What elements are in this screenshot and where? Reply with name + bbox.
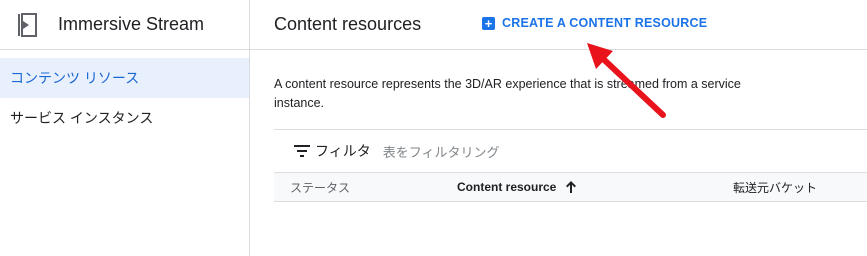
filter-label: フィルタ — [315, 143, 371, 159]
sidebar: Immersive Stream コンテンツ リソース サービス インスタンス — [0, 0, 250, 256]
add-box-icon: + — [482, 16, 495, 30]
column-header-source-bucket[interactable]: 転送元バケット — [733, 179, 817, 196]
filter-bar[interactable]: フィルタ 表をフィルタリング — [274, 130, 867, 173]
product-title: Immersive Stream — [58, 14, 205, 34]
sidebar-item-content-resources[interactable]: コンテンツ リソース — [0, 58, 249, 98]
page-description: A content resource represents the 3D/AR … — [274, 77, 741, 110]
sidebar-nav: コンテンツ リソース サービス インスタンス — [0, 50, 249, 138]
page-header: Content resources + CREATE A CONTENT RES… — [250, 0, 867, 50]
column-header-content-resource-label: Content resource — [457, 180, 557, 194]
table-header-row: ステータス Content resource 転送元バケット — [274, 173, 867, 202]
immersive-stream-icon — [18, 12, 37, 37]
column-header-content-resource[interactable]: Content resource — [457, 180, 733, 194]
create-content-resource-button[interactable]: + CREATE A CONTENT RESOURCE — [482, 16, 707, 30]
arrow-up-icon[interactable] — [564, 180, 578, 194]
column-header-status[interactable]: ステータス — [274, 179, 457, 196]
create-button-label: CREATE A CONTENT RESOURCE — [502, 16, 708, 30]
filter-input[interactable]: 表をフィルタリング — [383, 142, 500, 161]
page-title: Content resources — [274, 14, 422, 34]
product-header: Immersive Stream — [0, 0, 249, 50]
sidebar-item-service-instances[interactable]: サービス インスタンス — [0, 98, 249, 138]
main-content: Content resources + CREATE A CONTENT RES… — [250, 0, 867, 256]
filter-icon — [294, 145, 310, 157]
resource-table: フィルタ 表をフィルタリング ステータス Content resource 転送… — [274, 129, 867, 202]
